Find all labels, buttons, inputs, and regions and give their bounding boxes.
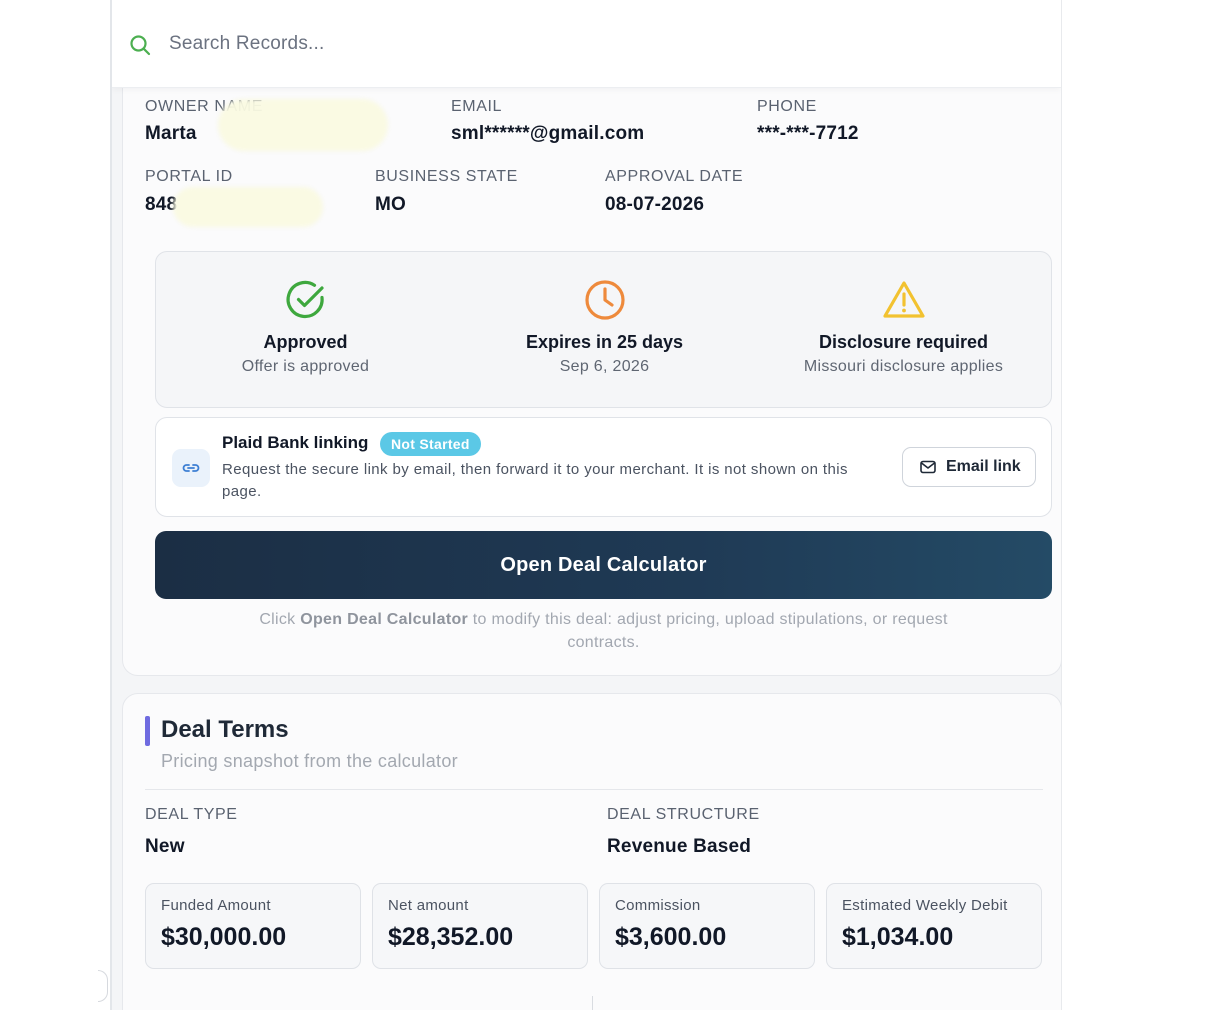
owner-name-value: Marta <box>145 123 197 144</box>
status-badge: Not Started <box>380 432 481 456</box>
mail-icon <box>920 460 936 474</box>
warning-triangle-icon <box>882 281 925 318</box>
scroll-handle[interactable] <box>98 970 108 1002</box>
metric-funded-amount: Funded Amount $30,000.00 <box>145 883 361 969</box>
redaction-mark <box>173 187 323 227</box>
email-label: EMAIL <box>451 98 503 115</box>
right-gutter <box>1062 0 1223 1010</box>
deal-details-card: OWNER NAME Marta EMAIL sml******@gmail.c… <box>122 40 1061 676</box>
email-link-button[interactable]: Email link <box>902 447 1036 487</box>
status-subtitle: Sep 6, 2026 <box>559 358 650 375</box>
hint-bold: Open Deal Calculator <box>300 611 469 628</box>
open-deal-calculator-button[interactable]: Open Deal Calculator <box>155 531 1052 599</box>
portal-id-label: PORTAL ID <box>145 168 233 185</box>
status-expires: Expires in 25 days Sep 6, 2026 <box>455 252 754 409</box>
plaid-title: Plaid Bank linking <box>222 433 369 452</box>
metric-label: Funded Amount <box>161 897 271 914</box>
metric-weekly-debit: Estimated Weekly Debit $1,034.00 <box>826 883 1042 969</box>
email-value: sml******@gmail.com <box>451 123 645 144</box>
metric-label: Commission <box>615 897 701 914</box>
column-divider <box>592 996 593 1010</box>
clock-icon <box>584 280 625 320</box>
deal-type-label: DEAL TYPE <box>145 806 238 823</box>
search-bar[interactable]: Search Records... <box>112 0 1061 88</box>
status-title: Approved <box>263 332 348 352</box>
check-circle-icon <box>286 280 324 319</box>
business-state-value: MO <box>375 194 407 215</box>
status-summary-panel: Approved Offer is approved Expires in 25… <box>155 251 1052 408</box>
metric-value: $1,034.00 <box>842 923 954 951</box>
status-title: Expires in 25 days <box>525 332 684 352</box>
status-subtitle: Missouri disclosure applies <box>803 358 1004 375</box>
phone-label: PHONE <box>757 98 817 115</box>
calculator-hint: Click Open Deal Calculator to modify thi… <box>223 608 984 654</box>
deal-terms-title: Deal Terms <box>161 716 289 743</box>
metric-label: Estimated Weekly Debit <box>842 897 1008 914</box>
metric-commission: Commission $3,600.00 <box>599 883 815 969</box>
hint-prefix: Click <box>259 611 301 628</box>
approval-date-label: APPROVAL DATE <box>605 168 744 185</box>
deal-terms-card: Deal Terms Pricing snapshot from the cal… <box>122 693 1061 1010</box>
deal-structure-label: DEAL STRUCTURE <box>607 806 760 823</box>
status-subtitle: Offer is approved <box>241 358 370 375</box>
section-accent-bar <box>145 716 150 746</box>
plaid-description: Request the secure link by email, then f… <box>222 461 848 500</box>
search-input[interactable]: Search Records... <box>169 33 324 55</box>
business-state-label: BUSINESS STATE <box>375 168 518 185</box>
phone-value: ***-***-7712 <box>757 123 859 144</box>
metric-net-amount: Net amount $28,352.00 <box>372 883 588 969</box>
approval-date-value: 08-07-2026 <box>605 194 705 215</box>
left-gutter <box>0 0 111 1010</box>
deal-type-value: New <box>145 836 185 857</box>
deal-terms-subtitle: Pricing snapshot from the calculator <box>161 751 458 771</box>
plaid-bank-linking-panel: Plaid Bank linking Not Started Request t… <box>155 417 1052 517</box>
redaction-mark <box>218 99 388 151</box>
email-link-label: Email link <box>946 458 1021 475</box>
metric-value: $30,000.00 <box>161 923 287 951</box>
metric-value: $3,600.00 <box>615 923 727 951</box>
deal-structure-value: Revenue Based <box>607 836 752 857</box>
status-disclosure: Disclosure required Missouri disclosure … <box>754 252 1053 409</box>
hint-suffix: to modify this deal: adjust pricing, upl… <box>468 611 948 651</box>
divider <box>145 789 1043 790</box>
app-panel: OWNER NAME Marta EMAIL sml******@gmail.c… <box>112 0 1061 1010</box>
metric-label: Net amount <box>388 897 469 914</box>
search-icon <box>130 35 151 56</box>
status-title: Disclosure required <box>818 332 989 352</box>
status-approved: Approved Offer is approved <box>156 252 455 409</box>
link-icon <box>172 449 210 487</box>
metric-value: $28,352.00 <box>388 923 514 951</box>
